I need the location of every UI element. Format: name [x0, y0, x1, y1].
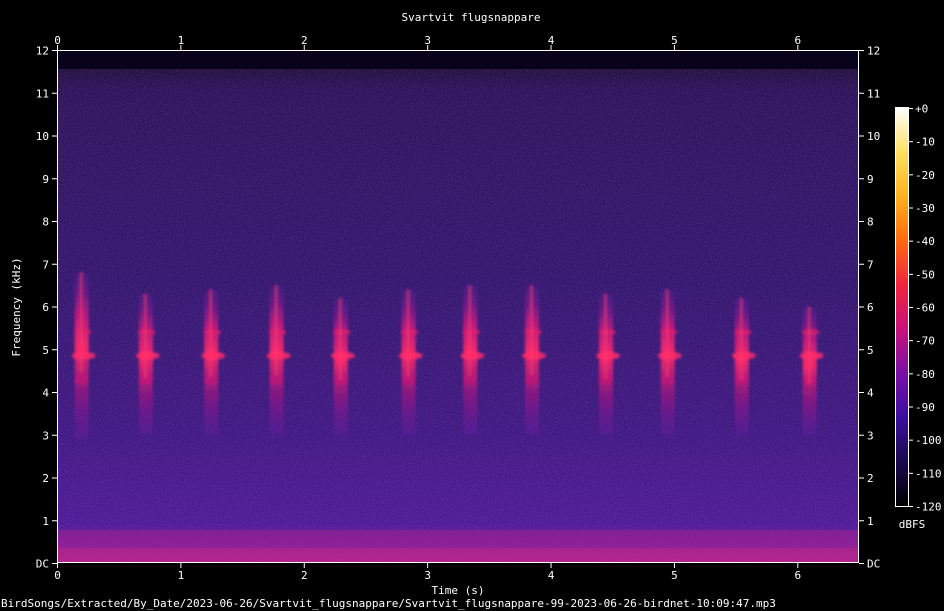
y-tick-label-right: 12	[867, 45, 880, 58]
y-tick-label-right: 4	[867, 387, 874, 400]
low-frequency-band-strong	[57, 548, 859, 563]
y-tick-label-left: 5	[42, 344, 49, 357]
syllable-harmonic	[657, 351, 682, 360]
x-tick-label-top: 5	[671, 34, 678, 47]
syllable-harmonic	[596, 351, 621, 360]
syllable-core	[79, 272, 83, 373]
x-tick-label-bottom: 6	[794, 569, 801, 582]
y-axis-label: Frequency (kHz)	[10, 257, 23, 356]
syllable-harmonic	[330, 351, 355, 360]
colorbar-tick-label: -70	[915, 335, 935, 348]
colorbar-tick-label: -120	[915, 501, 942, 514]
syllable-harmonic	[525, 373, 540, 386]
x-tick-label-bottom: 5	[671, 569, 678, 582]
y-tick-label-right: 10	[867, 130, 880, 143]
colorbar-tick-label: -60	[915, 302, 935, 315]
colorbar-tick-label: -100	[915, 434, 942, 447]
colorbar-tick-label: -110	[915, 467, 942, 480]
y-tick-label-right: 5	[867, 344, 874, 357]
x-tick-label-bottom: 4	[548, 569, 555, 582]
colorbar-label: dBFS	[899, 518, 926, 531]
colorbar-ticks: +0 -10 -20 -30 -40 -50 -60 -70 -80 -90 -100 -110 -12…	[908, 103, 942, 514]
y-tick-label-right: 1	[867, 515, 874, 528]
syllable-core	[209, 289, 213, 377]
y-tick-label-left: 11	[36, 87, 49, 100]
x-axis-label: Time (s)	[432, 584, 485, 597]
y-tick-label-right: 9	[867, 173, 874, 186]
syllable-harmonic	[460, 351, 485, 360]
colorbar-ramp	[896, 108, 908, 506]
y-tick-label-left: 4	[42, 387, 49, 400]
syllable-core	[807, 306, 811, 384]
x-tick-label-top: 1	[178, 34, 185, 47]
syllable-harmonic	[71, 351, 96, 360]
y-tick-label-left: 7	[42, 258, 49, 271]
y-tick-label-left: 6	[42, 301, 49, 314]
y-tick-label-left: DC	[36, 558, 49, 571]
colorbar-tick-label: -10	[915, 136, 935, 149]
y-tick-label-right: 8	[867, 216, 874, 229]
x-tick-label-bottom: 3	[424, 569, 431, 582]
syllable-core	[338, 297, 342, 381]
x-tick-label-top: 6	[794, 34, 801, 47]
plot-area	[57, 50, 859, 563]
syllable-harmonic	[135, 351, 160, 360]
y-tick-label-left: 12	[36, 45, 49, 58]
x-tick-label-top: 4	[548, 34, 555, 47]
y-tick-label-right: 2	[867, 472, 874, 485]
y-tick-label-left: 9	[42, 173, 49, 186]
syllable-core	[530, 285, 534, 375]
colorbar-tick-label: -40	[915, 235, 935, 248]
x-tick-label-top: 2	[301, 34, 308, 47]
syllable-harmonic	[269, 373, 284, 386]
x-tick-label-bottom: 0	[54, 569, 61, 582]
x-tick-label-top: 3	[424, 34, 431, 47]
colorbar-tick-label: -90	[915, 401, 935, 414]
syllable-core	[468, 285, 472, 375]
x-tick-label-bottom: 1	[178, 569, 185, 582]
y-tick-label-right: DC	[867, 558, 880, 571]
syllable-harmonic	[731, 351, 756, 360]
y-tick-label-left: 1	[42, 515, 49, 528]
colorbar: +0 -10 -20 -30 -40 -50 -60 -70 -80 -90 -100 -110 -12…	[895, 103, 942, 531]
y-tick-label-left: 8	[42, 216, 49, 229]
syllable-harmonic	[463, 373, 478, 386]
y-tick-label-left: 2	[42, 472, 49, 485]
syllable-harmonic	[266, 351, 291, 360]
syllable-core	[665, 289, 669, 377]
colorbar-tick-label: -80	[915, 368, 935, 381]
y-tick-label-right: 7	[867, 258, 874, 271]
syllable-harmonic	[398, 351, 423, 360]
colorbar-tick-label: -50	[915, 268, 935, 281]
x-tick-label-top: 0	[54, 34, 61, 47]
syllable-core	[739, 297, 743, 381]
syllable-core	[274, 285, 278, 375]
syllable-core	[143, 293, 147, 379]
y-tick-label-right: 3	[867, 429, 874, 442]
colorbar-tick-label: -20	[915, 169, 935, 182]
syllable-harmonic	[201, 351, 226, 360]
syllable-harmonic	[74, 373, 89, 386]
chart-title: Svartvit flugsnappare	[401, 11, 540, 24]
syllable-harmonic	[799, 351, 824, 360]
syllable-harmonic	[522, 351, 547, 360]
y-tick-label-right: 11	[867, 87, 880, 100]
file-path: BirdSongs/Extracted/By_Date/2023-06-26/S…	[1, 597, 776, 610]
y-tick-label-right: 6	[867, 301, 874, 314]
spectrogram-chart: Svartvit flugsnappare 00112233445566 DC D…	[10, 11, 942, 597]
colorbar-tick-label: +0	[915, 103, 928, 116]
syllable-core	[406, 289, 410, 377]
y-tick-label-left: 3	[42, 429, 49, 442]
syllable-core	[604, 293, 608, 379]
x-tick-label-bottom: 2	[301, 569, 308, 582]
colorbar-tick-label: -30	[915, 202, 935, 215]
y-tick-label-left: 10	[36, 130, 49, 143]
